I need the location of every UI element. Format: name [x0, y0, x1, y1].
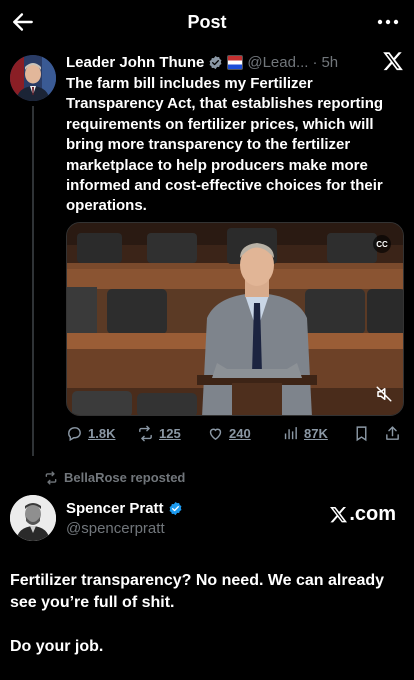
- bookmark-action[interactable]: [353, 425, 370, 442]
- post-action-bar: 1.8K 125 240 87K: [66, 425, 406, 447]
- x-logo-icon: [330, 506, 348, 523]
- more-options-icon[interactable]: [376, 12, 400, 32]
- view-count: 87K: [304, 426, 328, 441]
- page-title: Post: [187, 12, 227, 32]
- bookmark-icon: [356, 426, 367, 442]
- repost-banner[interactable]: BellaRose reposted: [44, 470, 185, 485]
- share-action[interactable]: [384, 425, 401, 442]
- reply-author-handle[interactable]: @spencerpratt: [66, 520, 165, 537]
- verified-badge-icon: [169, 501, 181, 516]
- views-chart-icon: [284, 427, 297, 440]
- x-com-watermark: .com: [329, 503, 396, 526]
- government-flag-badge-icon: [227, 54, 244, 70]
- like-count: 240: [229, 426, 251, 441]
- repost-action[interactable]: 125: [137, 425, 181, 442]
- muted-speaker-icon[interactable]: [375, 385, 393, 403]
- reply-icon: [68, 427, 81, 442]
- author-name[interactable]: Leader John Thune: [66, 54, 204, 71]
- post-video[interactable]: CC: [66, 222, 404, 416]
- share-icon: [386, 426, 399, 440]
- post-time[interactable]: 5h: [321, 54, 338, 71]
- closed-captions-button[interactable]: CC: [373, 235, 391, 253]
- author-avatar[interactable]: [10, 55, 56, 101]
- reply-text: Fertilizer transparency? No need. We can…: [10, 570, 405, 658]
- heart-icon: [209, 428, 222, 441]
- repost-banner-text: BellaRose reposted: [64, 470, 186, 485]
- top-bar: Post: [0, 0, 414, 44]
- reply-action[interactable]: 1.8K: [66, 425, 115, 442]
- reply-author-name-row: Spencer Pratt: [66, 500, 183, 517]
- post-text: The farm bill includes my Fertilizer Tra…: [66, 75, 384, 215]
- repost-icon: [139, 425, 152, 442]
- repost-count: 125: [159, 426, 181, 441]
- post-header: Leader John Thune @Lead... · 5h: [66, 52, 406, 72]
- reply-paragraph-2: Do your job.: [10, 638, 104, 655]
- repost-icon: [45, 470, 57, 485]
- reply-author-avatar[interactable]: [10, 495, 56, 541]
- author-handle[interactable]: @Lead...: [247, 54, 308, 71]
- reply-paragraph-1: Fertilizer transparency? No need. We can…: [10, 572, 385, 611]
- main-post: Leader John Thune @Lead... · 5h The farm…: [66, 52, 406, 217]
- thread-connector-line: [32, 106, 34, 456]
- views-action[interactable]: 87K: [282, 425, 328, 442]
- x-com-suffix: .com: [349, 503, 396, 525]
- reply-author-name[interactable]: Spencer Pratt: [66, 500, 164, 517]
- verified-badge-icon: [209, 55, 222, 69]
- reply-count: 1.8K: [88, 426, 116, 441]
- time-separator: ·: [312, 53, 318, 71]
- like-action[interactable]: 240: [207, 425, 251, 442]
